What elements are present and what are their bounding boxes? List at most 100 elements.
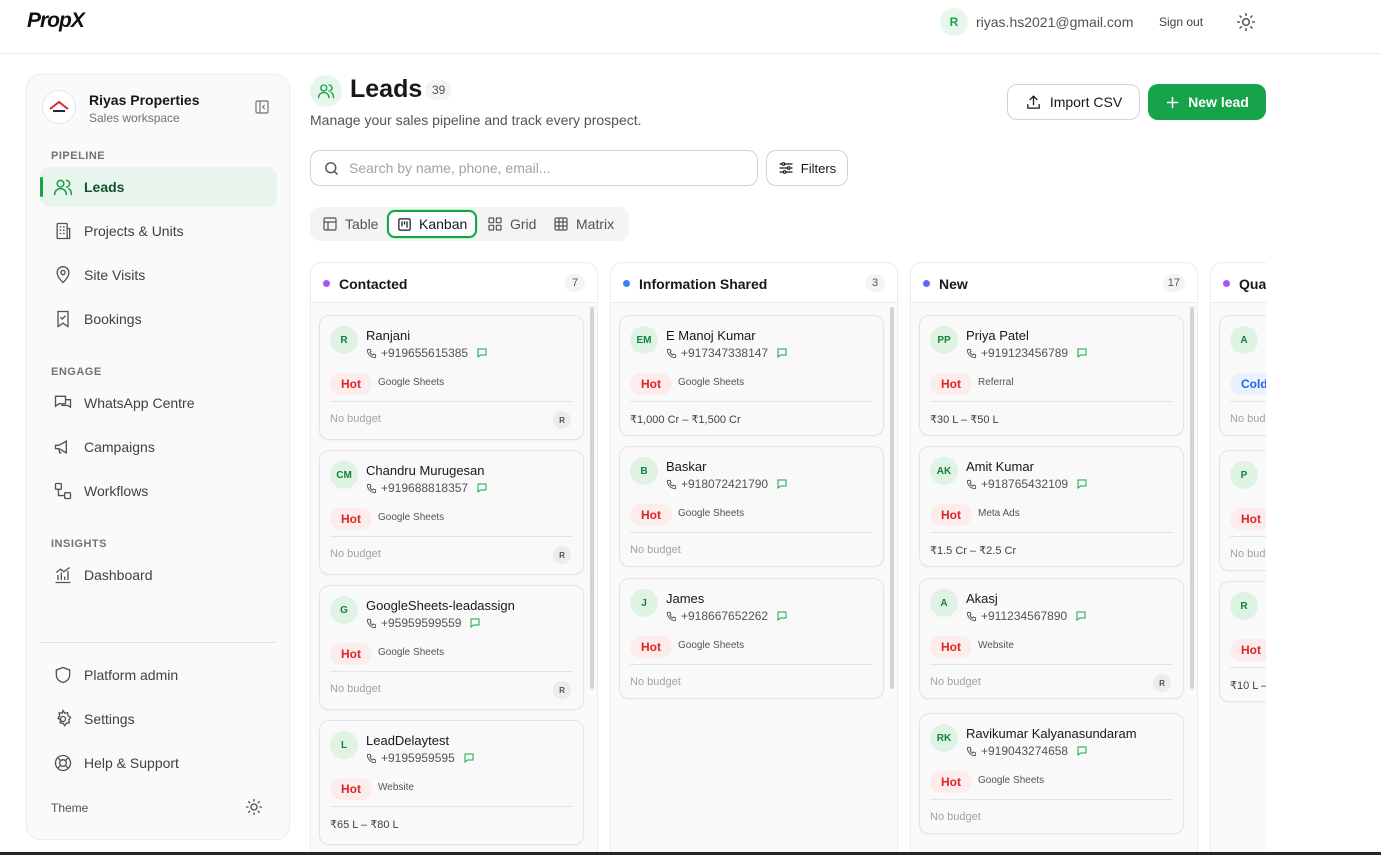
sidebar-item-campaigns[interactable]: Campaigns	[40, 427, 277, 467]
phone-number: +911234567890	[981, 609, 1068, 623]
sidebar-item-whatsapp-centre[interactable]: WhatsApp Centre	[40, 383, 277, 423]
import-csv-label: Import CSV	[1049, 94, 1123, 110]
sun-icon[interactable]	[245, 798, 263, 816]
message-icon[interactable]	[476, 347, 488, 359]
tab-kanban[interactable]: Kanban	[387, 210, 478, 238]
sidebar-item-platform-admin[interactable]: Platform admin	[40, 655, 277, 695]
column-header: Contacted 7	[311, 263, 597, 303]
message-icon[interactable]	[1075, 610, 1087, 622]
lead-phone: +911234567890	[966, 609, 1087, 623]
tab-table[interactable]: Table	[314, 210, 386, 238]
column-header: New 17	[911, 263, 1197, 303]
upload-icon	[1027, 94, 1040, 109]
lead-card[interactable]: PP Priya Patel +919123456789 Hot Referral ₹30…	[919, 315, 1184, 436]
lead-card[interactable]: G GoogleSheets-leadassign +95959599559 Hot G…	[319, 585, 584, 710]
kanban-board: Contacted 7 R Ranjani +919655615385 Hot Google…	[310, 262, 1266, 855]
lead-card[interactable]: A Cold No bud	[1219, 315, 1266, 436]
lifebuoy-icon	[54, 754, 72, 772]
card-divider	[630, 664, 873, 665]
message-icon[interactable]	[776, 478, 788, 490]
lead-card[interactable]: R Ranjani +919655615385 Hot Google Sheets No …	[319, 315, 584, 440]
column-title: Contacted	[339, 276, 408, 292]
tab-matrix[interactable]: Matrix	[545, 210, 622, 238]
lead-phone: +919043274658	[966, 744, 1088, 758]
message-icon[interactable]	[1076, 478, 1088, 490]
column-scrollbar[interactable]	[590, 307, 594, 689]
filters-label: Filters	[800, 160, 837, 176]
collapse-sidebar-icon[interactable]	[254, 99, 270, 115]
sidebar-item-bookings[interactable]: Bookings	[40, 299, 277, 339]
card-divider	[930, 401, 1173, 402]
lead-card[interactable]: CM Chandru Murugesan +919688818357 Hot Googl…	[319, 450, 584, 575]
lead-source: Google Sheets	[678, 508, 745, 519]
theme-toggle-icon[interactable]	[1236, 12, 1256, 32]
lead-card[interactable]: L LeadDelaytest +9195959595 Hot Website ₹65 L…	[319, 720, 584, 845]
card-divider	[630, 532, 873, 533]
lead-budget: ₹65 L – ₹80 L	[330, 819, 399, 831]
section-label-engage: ENGAGE	[51, 366, 102, 378]
kanban-icon	[398, 217, 411, 231]
lead-temperature-badge: Hot	[930, 504, 972, 526]
phone-number: +95959599559	[381, 616, 462, 630]
column-title: New	[939, 276, 968, 292]
message-icon[interactable]	[463, 752, 475, 764]
tab-label: Grid	[510, 216, 537, 232]
assignee-avatar: R	[1153, 674, 1171, 692]
message-icon[interactable]	[469, 617, 481, 629]
app-logo[interactable]: PropX	[27, 9, 85, 33]
lead-card[interactable]: A Akasj +911234567890 Hot Website No budget R	[919, 578, 1184, 699]
column-scrollbar[interactable]	[1190, 307, 1194, 689]
phone-number: +919123456789	[981, 346, 1069, 360]
sidebar-item-projects-units[interactable]: Projects & Units	[40, 211, 277, 251]
lead-temperature-badge: Hot	[630, 504, 672, 526]
lead-card[interactable]: RK Ravikumar Kalyanasundaram +919043274658…	[919, 713, 1184, 834]
table-icon	[323, 217, 337, 231]
sidebar-item-dashboard[interactable]: Dashboard	[40, 555, 277, 595]
phone-icon	[666, 611, 677, 622]
lead-budget: ₹30 L – ₹50 L	[930, 414, 999, 426]
lead-phone: +9195959595	[366, 751, 475, 765]
message-icon[interactable]	[776, 610, 788, 622]
workflow-icon	[54, 482, 72, 500]
workspace-logo	[42, 90, 76, 124]
card-divider	[1230, 667, 1266, 668]
column-scrollbar[interactable]	[890, 307, 894, 689]
lead-budget: No budget	[330, 413, 381, 425]
message-icon[interactable]	[1076, 347, 1088, 359]
lead-card[interactable]: AK Amit Kumar +918765432109 Hot Meta Ads ₹1.5…	[919, 446, 1184, 567]
kanban-column: New 17 PP Priya Patel +919123456789 Hot Referr…	[910, 262, 1198, 855]
filters-button[interactable]: Filters	[766, 150, 848, 186]
users-icon	[53, 179, 73, 196]
lead-card[interactable]: J James +918667652262 Hot Google Sheets No bu…	[619, 578, 884, 699]
new-lead-button[interactable]: New lead	[1148, 84, 1266, 120]
message-icon[interactable]	[476, 482, 488, 494]
lead-name: James	[666, 591, 705, 606]
card-divider	[630, 401, 873, 402]
column-count-badge: 7	[565, 274, 585, 292]
lead-card[interactable]: EM E Manoj Kumar +917347338147 Hot Google Sh…	[619, 315, 884, 436]
sidebar-item-settings[interactable]: Settings	[40, 699, 277, 739]
lead-temperature-badge: Hot	[1230, 639, 1266, 661]
lead-name: Chandru Murugesan	[366, 463, 485, 478]
kanban-column: Qua A Cold No bud P Hot No bud R Hot ₹10 L –	[1210, 262, 1266, 855]
sidebar-item-leads[interactable]: Leads	[40, 167, 277, 207]
sign-out-button[interactable]: Sign out	[1159, 15, 1203, 29]
message-icon[interactable]	[1076, 745, 1088, 757]
lead-card[interactable]: P Hot No bud	[1219, 450, 1266, 571]
lead-avatar: RK	[930, 724, 958, 752]
lead-card[interactable]: B Baskar +918072421790 Hot Google Sheets No b…	[619, 446, 884, 567]
lead-name: LeadDelaytest	[366, 733, 450, 748]
search-input[interactable]	[349, 160, 729, 176]
lead-avatar: PP	[930, 326, 958, 354]
lead-card[interactable]: R Hot ₹10 L –	[1219, 581, 1266, 702]
sidebar-item-site-visits[interactable]: Site Visits	[40, 255, 277, 295]
megaphone-icon	[54, 440, 67, 454]
message-icon[interactable]	[776, 347, 788, 359]
lead-temperature-badge: Hot	[330, 373, 372, 395]
tab-label: Kanban	[419, 216, 468, 232]
tab-grid[interactable]: Grid	[479, 210, 544, 238]
import-csv-button[interactable]: Import CSV	[1007, 84, 1140, 120]
sidebar-item-workflows[interactable]: Workflows	[40, 471, 277, 511]
lead-name: E Manoj Kumar	[666, 328, 756, 343]
sidebar-item-help-support[interactable]: Help & Support	[40, 743, 277, 783]
